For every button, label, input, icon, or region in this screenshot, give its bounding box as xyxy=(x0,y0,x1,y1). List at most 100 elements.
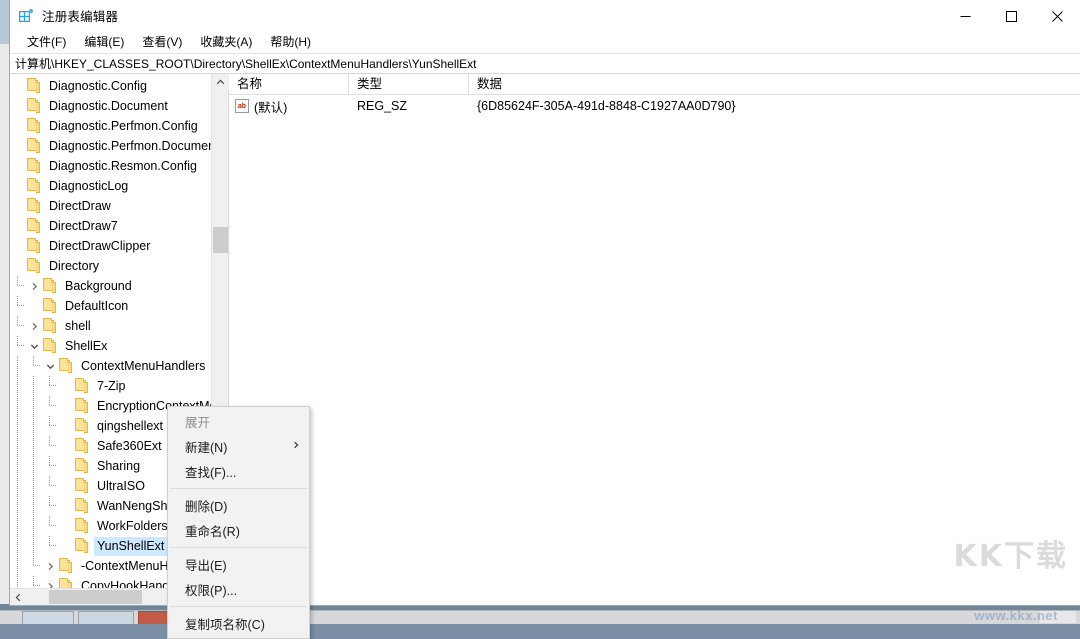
registry-grid-icon xyxy=(18,8,34,24)
tree-indent-guide xyxy=(42,516,58,536)
tree-node[interactable]: 7-Zip xyxy=(10,376,211,396)
chevron-right-icon[interactable] xyxy=(26,278,42,294)
tree-hscroll-thumb[interactable] xyxy=(49,590,142,604)
tree-node-spacer xyxy=(10,218,26,234)
context-menu: 展开新建(N)查找(F)...删除(D)重命名(R)导出(E)权限(P)...复… xyxy=(167,406,310,639)
context-menu-item[interactable]: 导出(E) xyxy=(168,552,309,577)
tree-indent-guide xyxy=(42,416,58,436)
tree-indent-guide xyxy=(26,456,42,476)
tree-node-label: ContextMenuHandlers xyxy=(78,357,209,376)
folder-icon xyxy=(26,159,42,173)
tree-vscroll-thumb[interactable] xyxy=(213,227,228,253)
tree-indent-guide xyxy=(10,516,26,536)
column-header-data[interactable]: 数据 xyxy=(469,74,1080,95)
address-bar[interactable]: 计算机\HKEY_CLASSES_ROOT\Directory\ShellEx\… xyxy=(10,53,1080,74)
maximize-button[interactable] xyxy=(988,0,1034,32)
tree-indent-guide xyxy=(10,436,26,456)
context-menu-item-label: 导出(E) xyxy=(185,555,227,574)
string-value-icon-text: ab xyxy=(235,99,249,113)
tree-indent-guide xyxy=(42,436,58,456)
menu-favorites[interactable]: 收藏夹(A) xyxy=(191,33,261,52)
menu-bar: 文件(F) 编辑(E) 查看(V) 收藏夹(A) 帮助(H) xyxy=(10,32,1080,53)
tree-node-spacer xyxy=(58,418,74,434)
tree-node[interactable]: DirectDraw xyxy=(10,196,211,216)
tree-node[interactable]: Diagnostic.Config xyxy=(10,76,211,96)
tree-indent-guide xyxy=(26,536,42,556)
tree-indent-guide xyxy=(26,496,42,516)
tree-indent-guide xyxy=(26,356,42,376)
tree-node-label: Directory xyxy=(46,257,103,276)
chevron-left-icon[interactable] xyxy=(10,589,27,605)
tree-node-label: Diagnostic.Resmon.Config xyxy=(46,157,201,176)
menu-help[interactable]: 帮助(H) xyxy=(261,33,320,52)
context-menu-item[interactable]: 权限(P)... xyxy=(168,577,309,602)
tree-indent-guide xyxy=(26,576,42,588)
tree-node-spacer xyxy=(58,378,74,394)
tree-node[interactable]: DirectDrawClipper xyxy=(10,236,211,256)
tree-indent-guide xyxy=(10,536,26,556)
tree-node-label: Background xyxy=(62,277,136,296)
taskbar-button-2[interactable] xyxy=(78,611,134,624)
taskbar-tray[interactable] xyxy=(1040,611,1076,623)
tree-node[interactable]: shell xyxy=(10,316,211,336)
folder-icon xyxy=(74,499,90,513)
close-button[interactable] xyxy=(1034,0,1080,32)
chevron-right-icon[interactable] xyxy=(26,318,42,334)
tree-node-spacer xyxy=(58,518,74,534)
tree-indent-guide xyxy=(10,356,26,376)
context-menu-item[interactable]: 重命名(R) xyxy=(168,518,309,543)
folder-icon xyxy=(74,459,90,473)
table-row[interactable]: ab(默认)REG_SZ{6D85624F-305A-491d-8848-C19… xyxy=(229,95,1080,117)
menu-file[interactable]: 文件(F) xyxy=(18,33,75,52)
tree-node[interactable]: Directory xyxy=(10,256,211,276)
tree-node-spacer xyxy=(58,458,74,474)
context-menu-item-label: 删除(D) xyxy=(185,496,227,515)
tree-node[interactable]: DefaultIcon xyxy=(10,296,211,316)
context-menu-item[interactable]: 新建(N) xyxy=(168,434,309,459)
tree-node[interactable]: ShellEx xyxy=(10,336,211,356)
chevron-down-icon[interactable] xyxy=(26,338,42,354)
folder-icon xyxy=(26,99,42,113)
folder-icon xyxy=(74,479,90,493)
tree-node[interactable]: Diagnostic.Perfmon.Document xyxy=(10,136,211,156)
tree-node-label: DefaultIcon xyxy=(62,297,132,316)
tree-node[interactable]: Background xyxy=(10,276,211,296)
tree-node[interactable]: DiagnosticLog xyxy=(10,176,211,196)
folder-icon xyxy=(26,259,42,273)
chevron-right-icon[interactable] xyxy=(42,578,58,588)
string-value-icon: ab xyxy=(235,99,249,113)
tree-node[interactable]: Diagnostic.Resmon.Config xyxy=(10,156,211,176)
taskbar xyxy=(0,610,1080,624)
tree-node-spacer xyxy=(10,258,26,274)
tree-node-label: DiagnosticLog xyxy=(46,177,132,196)
tree-node-spacer xyxy=(58,538,74,554)
context-menu-item[interactable]: 查找(F)... xyxy=(168,459,309,484)
desktop-strip-lower xyxy=(0,44,9,604)
tree-node-spacer xyxy=(58,498,74,514)
tree-indent-guide xyxy=(26,376,42,396)
chevron-down-icon[interactable] xyxy=(42,358,58,374)
window-title: 注册表编辑器 xyxy=(42,6,118,25)
chevron-up-icon[interactable] xyxy=(212,74,229,91)
folder-icon xyxy=(42,319,58,333)
editor-body: Diagnostic.ConfigDiagnostic.DocumentDiag… xyxy=(10,74,1080,605)
tree-node[interactable]: Diagnostic.Document xyxy=(10,96,211,116)
menu-edit[interactable]: 编辑(E) xyxy=(75,33,133,52)
tree-node[interactable]: Diagnostic.Perfmon.Config xyxy=(10,116,211,136)
tree-indent-guide xyxy=(42,456,58,476)
tree-indent-guide xyxy=(42,496,58,516)
tree-node[interactable]: DirectDraw7 xyxy=(10,216,211,236)
minimize-button[interactable] xyxy=(942,0,988,32)
context-menu-item[interactable]: 删除(D) xyxy=(168,493,309,518)
chevron-right-icon[interactable] xyxy=(42,558,58,574)
column-header-name[interactable]: 名称 xyxy=(229,74,349,95)
list-column-headers: 名称 类型 数据 xyxy=(229,74,1080,95)
tree-node[interactable]: ContextMenuHandlers xyxy=(10,356,211,376)
menu-view[interactable]: 查看(V) xyxy=(133,33,191,52)
address-path: 计算机\HKEY_CLASSES_ROOT\Directory\ShellEx\… xyxy=(15,55,477,72)
column-header-type[interactable]: 类型 xyxy=(349,74,469,95)
tree-indent-guide xyxy=(26,516,42,536)
taskbar-button-1[interactable] xyxy=(22,611,74,624)
tree-node-label: DirectDrawClipper xyxy=(46,237,154,256)
registry-values-list: ab(默认)REG_SZ{6D85624F-305A-491d-8848-C19… xyxy=(229,95,1080,117)
